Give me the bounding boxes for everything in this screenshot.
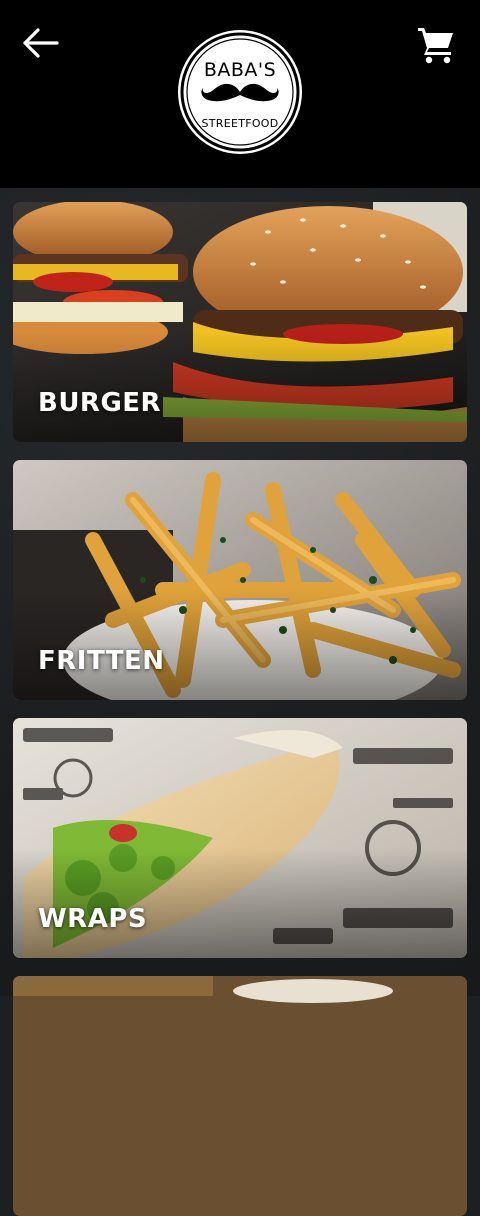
category-card-partial[interactable] [13,976,467,1216]
card-shade [13,590,467,700]
category-card-wraps[interactable]: WRAPS [13,718,467,958]
brand-logo: BABA'S STREETFOOD [178,30,302,154]
category-label-wraps: WRAPS [38,904,148,934]
arrow-left-icon [23,28,59,58]
app-header: BABA'S STREETFOOD [0,0,480,188]
category-card-burger[interactable]: BURGER [13,202,467,442]
card-shade [13,332,467,442]
logo-tagline: STREETFOOD [201,117,278,130]
category-card-fritten[interactable]: FRITTEN [13,460,467,700]
category-label-burger: BURGER [38,388,162,418]
category-label-fritten: FRITTEN [38,646,165,676]
food-photo [13,976,467,1216]
back-button[interactable] [20,26,62,60]
card-shade [13,848,467,958]
cart-button[interactable] [416,24,456,64]
logo-name: BABA'S [204,59,276,81]
shopping-cart-icon [418,28,453,64]
